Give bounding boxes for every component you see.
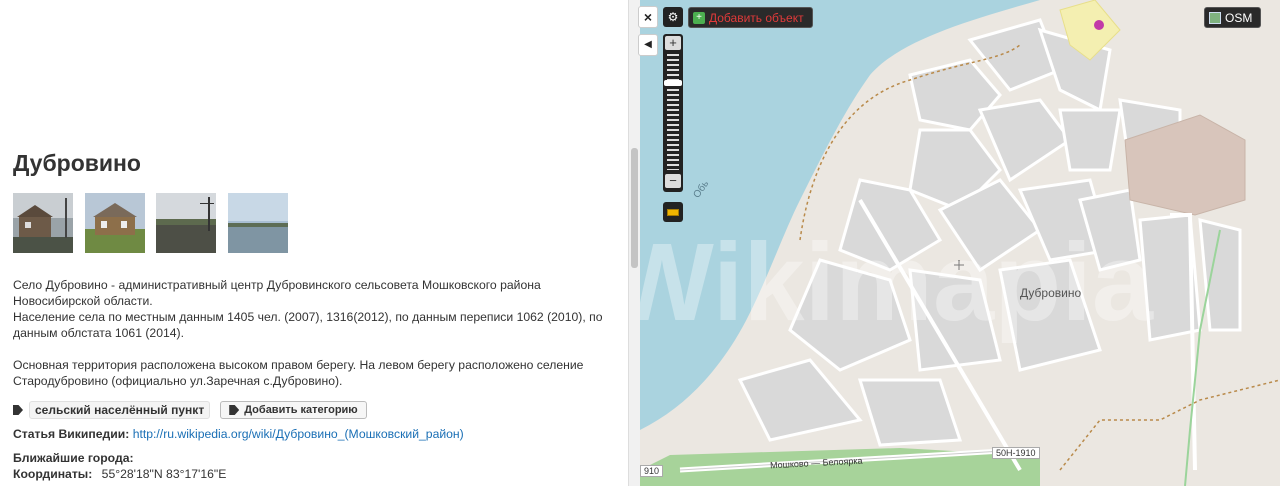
road-ref-badge: 910 — [640, 465, 664, 477]
zoom-in-button[interactable]: + — [665, 36, 681, 50]
panel-scrollbar[interactable] — [628, 0, 640, 486]
map-watermark: Wikimapia — [640, 221, 1154, 344]
zoom-slider-track[interactable] — [667, 54, 679, 170]
add-object-icon: + — [693, 11, 705, 24]
category-tag[interactable]: сельский населённый пункт — [29, 401, 211, 419]
zoom-slider-handle[interactable] — [664, 80, 682, 86]
photo-thumbnail[interactable] — [13, 193, 73, 253]
photo-thumbnail[interactable] — [228, 193, 288, 253]
photo-thumbnail[interactable] — [156, 193, 216, 253]
house-photo — [85, 193, 145, 253]
ruler-icon — [667, 208, 679, 216]
description-paragraph: Население села по местным данным 1405 че… — [13, 310, 603, 340]
settings-button[interactable]: ⚙ — [663, 7, 683, 27]
add-object-button[interactable]: + Добавить объект — [688, 7, 813, 28]
nearest-cities-label: Ближайшие города: — [13, 451, 134, 465]
category-tags: сельский населённый пункт Добавить катег… — [13, 401, 367, 419]
river-photo — [228, 193, 288, 253]
scrollbar-thumb[interactable] — [631, 148, 638, 268]
coordinates-value: 55°28'18"N 83°17'16"E — [101, 467, 227, 481]
map-view[interactable]: Wikimapia Дубровино Обь Мошково — Белояр… — [640, 0, 1280, 486]
ruler-button[interactable] — [663, 202, 683, 222]
village-label: Дубровино — [1020, 286, 1082, 300]
info-panel: Дубровино Село Дубровино - административ… — [0, 0, 628, 486]
coordinates-label: Координаты: — [13, 467, 93, 481]
close-panel-button[interactable]: × — [638, 6, 658, 28]
collapse-panel-button[interactable]: ◀ — [638, 34, 658, 56]
description-paragraph: Село Дубровино - административный центр … — [13, 278, 541, 308]
triangle-left-icon: ◀ — [644, 39, 652, 50]
map-canvas: Wikimapia — [640, 0, 1280, 486]
street-photo — [156, 193, 216, 253]
description: Село Дубровино - административный центр … — [13, 277, 613, 389]
photo-thumbnail[interactable] — [85, 193, 145, 253]
tags-icon — [13, 405, 23, 415]
road-ref-badge: 50Н-1910 — [992, 447, 1040, 459]
osm-label: OSM — [1225, 10, 1253, 25]
zoom-control[interactable]: + − — [663, 34, 683, 192]
osm-layer-button[interactable]: OSM — [1204, 7, 1262, 28]
add-category-button[interactable]: Добавить категорию — [220, 401, 367, 419]
zoom-out-button[interactable]: − — [665, 174, 681, 188]
page-title: Дубровино — [13, 150, 141, 176]
house-photo — [13, 193, 73, 253]
map-layer-icon — [1209, 11, 1221, 24]
tag-icon — [229, 405, 240, 415]
wiki-row: Статья Википедии: http://ru.wikipedia.or… — [13, 427, 464, 441]
gear-icon: ⚙ — [667, 10, 679, 24]
description-paragraph: Основная территория расположена высоком … — [13, 358, 584, 388]
category-tag-label: сельский населённый пункт — [35, 403, 205, 417]
wiki-label: Статья Википедии: — [13, 427, 130, 441]
wiki-link[interactable]: http://ru.wikipedia.org/wiki/Дубровино_(… — [133, 427, 464, 441]
coordinates-row: Координаты: 55°28'18"N 83°17'16"E — [13, 467, 226, 481]
add-category-label: Добавить категорию — [244, 404, 358, 416]
add-object-label: Добавить объект — [709, 10, 804, 25]
